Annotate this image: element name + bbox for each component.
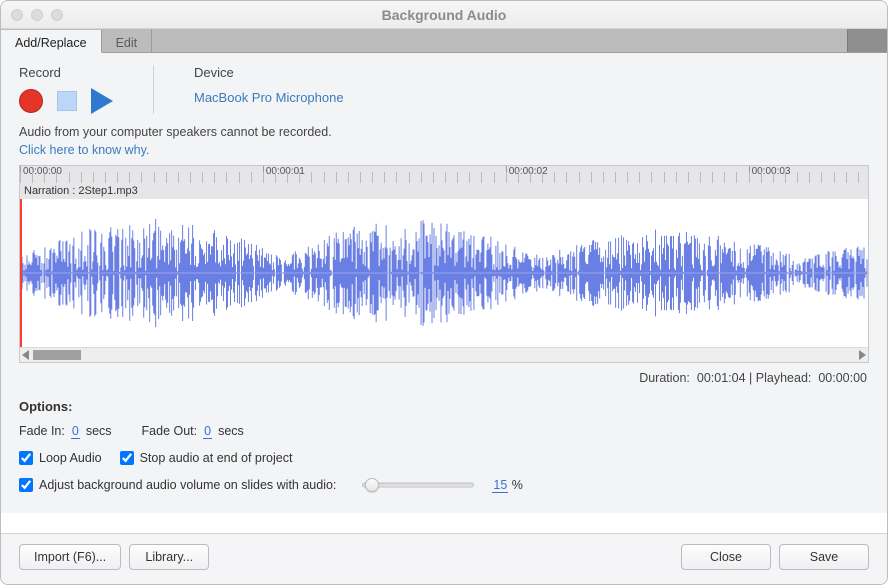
stop-at-end-checkbox[interactable]: Stop audio at end of project: [120, 451, 293, 465]
loop-audio-checkbox[interactable]: Loop Audio: [19, 451, 102, 465]
stop-icon[interactable]: [57, 91, 77, 111]
status-separator: |: [749, 371, 756, 385]
scroll-left-icon[interactable]: [22, 350, 29, 360]
timeline-scrollbar[interactable]: [19, 347, 869, 363]
status-readout: Duration: 00:01:04 | Playhead: 00:00:00: [19, 371, 867, 385]
record-controls: [19, 86, 113, 114]
clip-label-strip: Narration : 2Step1.mp3: [19, 183, 869, 199]
adjust-volume-label: Adjust background audio volume on slides…: [39, 478, 336, 492]
options-header: Options:: [19, 399, 869, 414]
slider-thumb[interactable]: [365, 478, 379, 492]
fade-out-value[interactable]: 0: [203, 424, 212, 439]
fade-out-group: Fade Out: 0 secs: [142, 424, 244, 439]
scroll-thumb[interactable]: [33, 350, 81, 360]
device-label: Device: [194, 65, 344, 80]
volume-percent: %: [512, 478, 523, 492]
waveform-svg: [20, 199, 868, 347]
vertical-divider: [153, 65, 154, 114]
fade-out-units: secs: [218, 424, 244, 438]
duration-label: Duration:: [639, 371, 690, 385]
waveform-view[interactable]: [19, 199, 869, 347]
footer-bar: Import (F6)... Library... Close Save: [1, 533, 887, 584]
recording-notice: Audio from your computer speakers cannot…: [19, 124, 869, 159]
adjust-volume-checkbox[interactable]: Adjust background audio volume on slides…: [19, 478, 336, 492]
loop-audio-label: Loop Audio: [39, 451, 102, 465]
time-ruler[interactable]: 00:00:0000:00:0100:00:0200:00:03: [19, 165, 869, 183]
playhead-value: 00:00:00: [818, 371, 867, 385]
tab-strip: Add/Replace Edit: [1, 29, 887, 53]
volume-value[interactable]: 15: [492, 478, 508, 493]
tab-add-replace[interactable]: Add/Replace: [1, 30, 102, 53]
library-button[interactable]: Library...: [129, 544, 209, 570]
stop-at-end-label: Stop audio at end of project: [140, 451, 293, 465]
titlebar: Background Audio: [1, 1, 887, 29]
record-section: Record: [19, 65, 113, 114]
clip-filename: Narration : 2Step1.mp3: [24, 185, 138, 197]
scroll-right-icon[interactable]: [859, 350, 866, 360]
record-label: Record: [19, 65, 113, 80]
content-area: Record Device MacBook Pro Microphone Aud…: [1, 53, 887, 513]
notice-text: Audio from your computer speakers cannot…: [19, 125, 332, 139]
tab-endcap: [847, 29, 887, 52]
window-title: Background Audio: [11, 7, 877, 23]
loop-audio-input[interactable]: [19, 451, 33, 465]
fade-in-label: Fade In:: [19, 424, 65, 438]
volume-slider[interactable]: [354, 477, 474, 493]
notice-link[interactable]: Click here to know why.: [19, 143, 149, 157]
import-button[interactable]: Import (F6)...: [19, 544, 121, 570]
tab-edit[interactable]: Edit: [102, 29, 153, 52]
window-controls: [11, 9, 63, 21]
device-section: Device MacBook Pro Microphone: [194, 65, 344, 114]
fade-out-label: Fade Out:: [142, 424, 198, 438]
adjust-volume-input[interactable]: [19, 478, 33, 492]
record-icon[interactable]: [19, 89, 43, 113]
minimize-window-icon[interactable]: [31, 9, 43, 21]
fade-in-units: secs: [86, 424, 112, 438]
zoom-window-icon[interactable]: [51, 9, 63, 21]
fade-in-group: Fade In: 0 secs: [19, 424, 112, 439]
playhead-line[interactable]: [20, 199, 22, 347]
stop-at-end-input[interactable]: [120, 451, 134, 465]
play-icon[interactable]: [91, 88, 113, 114]
playhead-label: Playhead:: [756, 371, 812, 385]
fade-in-value[interactable]: 0: [71, 424, 80, 439]
close-button[interactable]: Close: [681, 544, 771, 570]
duration-value: 00:01:04: [697, 371, 746, 385]
close-window-icon[interactable]: [11, 9, 23, 21]
device-value-link[interactable]: MacBook Pro Microphone: [194, 86, 344, 105]
save-button[interactable]: Save: [779, 544, 869, 570]
